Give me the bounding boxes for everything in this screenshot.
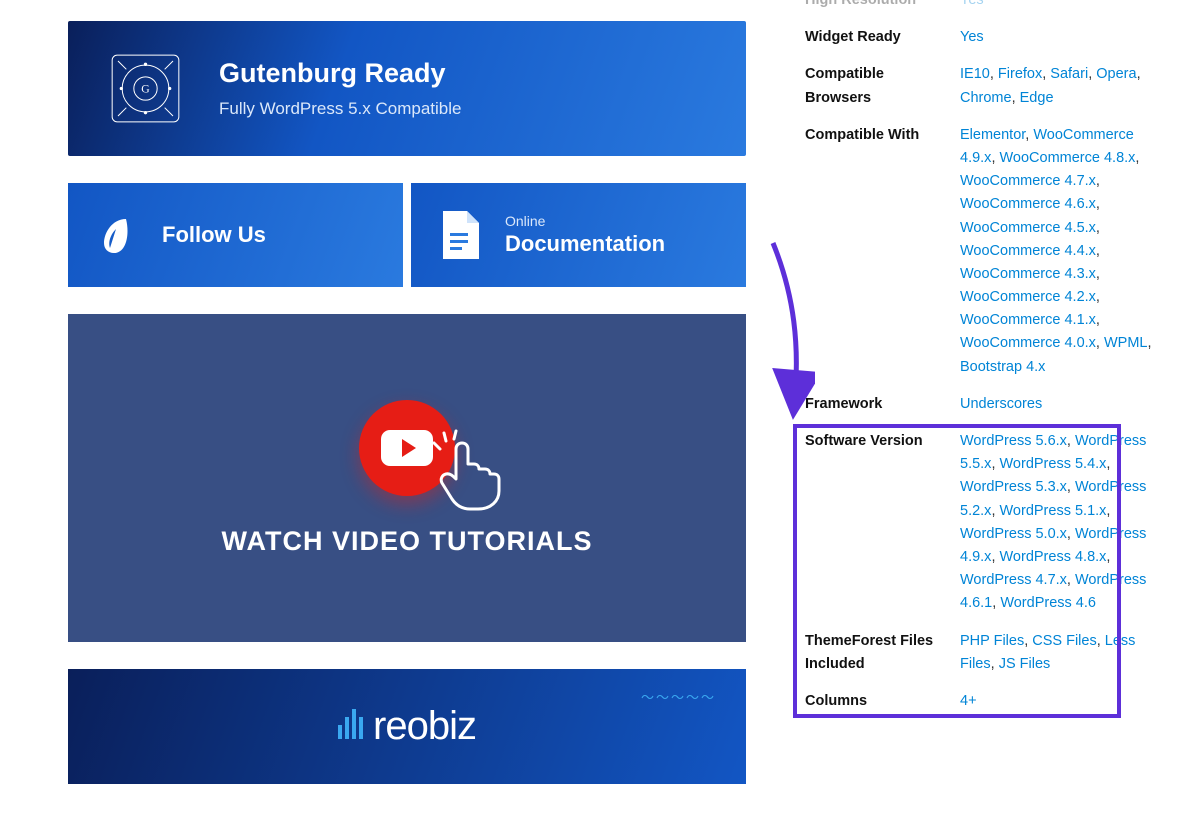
spec-link[interactable]: WooCommerce 4.3.x — [960, 266, 1096, 282]
spec-value: PHP Files, CSS Files, Less Files, JS Fil… — [950, 623, 1165, 683]
spec-value: IE10, Firefox, Safari, Opera, Chrome, Ed… — [950, 56, 1165, 116]
spec-value: Yes — [950, 19, 1165, 56]
spec-link[interactable]: WooCommerce 4.7.x — [960, 173, 1096, 189]
spec-link[interactable]: WooCommerce 4.1.x — [960, 312, 1096, 328]
youtube-icon — [381, 430, 433, 466]
cursor-hand-icon — [428, 429, 513, 514]
reobiz-name: reobiz — [373, 704, 476, 749]
follow-label: Follow Us — [162, 222, 266, 247]
cards-row: Follow Us Online Documentation — [68, 183, 746, 287]
spec-link[interactable]: WordPress 4.6 — [1000, 595, 1096, 611]
envato-leaf-icon — [92, 211, 140, 259]
reobiz-logo: reobiz — [338, 704, 476, 749]
spec-link[interactable]: Safari — [1050, 66, 1088, 82]
spec-link[interactable]: Opera — [1096, 66, 1136, 82]
spec-link[interactable]: WooCommerce 4.2.x — [960, 289, 1096, 305]
spec-row: High Resolution Yes — [795, 0, 1165, 19]
spec-row: Widget Ready Yes — [795, 19, 1165, 56]
spec-label: ThemeForest Files Included — [795, 623, 950, 683]
spec-link[interactable]: IE10 — [960, 66, 990, 82]
promo-column: G Gutenburg Ready Fully WordPress 5.x Co… — [68, 21, 746, 784]
svg-text:G: G — [141, 83, 150, 96]
follow-us-card[interactable]: Follow Us — [68, 183, 403, 287]
spec-label: Compatible Browsers — [795, 56, 950, 116]
play-button-wrap — [359, 400, 455, 496]
spec-row: ThemeForest Files IncludedPHP Files, CSS… — [795, 623, 1165, 683]
spec-row: Columns 4+ — [795, 683, 1165, 720]
spec-link[interactable]: WordPress 4.7.x — [960, 572, 1067, 588]
spec-link[interactable]: Underscores — [960, 396, 1042, 412]
documentation-card[interactable]: Online Documentation — [411, 183, 746, 287]
spec-link[interactable]: WordPress 5.3.x — [960, 479, 1067, 495]
spec-value: WordPress 5.6.x, WordPress 5.5.x, WordPr… — [950, 423, 1165, 623]
video-tutorials-banner[interactable]: WATCH VIDEO TUTORIALS — [68, 314, 746, 642]
gutenburg-icon: G — [108, 51, 183, 126]
spec-row: Compatible WithElementor, WooCommerce 4.… — [795, 117, 1165, 386]
spec-label: Compatible With — [795, 117, 950, 386]
spec-link[interactable]: WooCommerce 4.6.x — [960, 196, 1096, 212]
spec-link[interactable]: 4+ — [960, 693, 977, 709]
spec-label: Framework — [795, 386, 950, 423]
spec-link[interactable]: WooCommerce 4.8.x — [1000, 150, 1136, 166]
spec-link[interactable]: Elementor — [960, 127, 1025, 143]
docs-text: Online Documentation — [505, 213, 665, 257]
wave-decoration: 〜〜〜〜〜 — [641, 687, 716, 706]
spec-value: Yes — [950, 0, 1165, 19]
spec-link[interactable]: Yes — [960, 29, 984, 45]
spec-link[interactable]: Edge — [1020, 90, 1054, 106]
spec-label: Software Version — [795, 423, 950, 623]
document-icon — [435, 211, 483, 259]
specs-column: High Resolution Yes Widget Ready Yes Compati… — [795, 0, 1165, 720]
spec-link[interactable]: WordPress 5.0.x — [960, 526, 1067, 542]
spec-value: Elementor, WooCommerce 4.9.x, WooCommerc… — [950, 117, 1165, 386]
spec-value: 4+ — [950, 683, 1165, 720]
spec-link[interactable]: Chrome — [960, 90, 1012, 106]
spec-link[interactable]: CSS Files — [1032, 633, 1096, 649]
spec-link[interactable]: WordPress 5.1.x — [1000, 503, 1107, 519]
docs-big: Documentation — [505, 231, 665, 256]
spec-link[interactable]: WordPress 5.6.x — [960, 433, 1067, 449]
spec-link[interactable]: WordPress 5.4.x — [1000, 456, 1107, 472]
spec-row: Framework Underscores — [795, 386, 1165, 423]
spec-link[interactable]: WooCommerce 4.0.x — [960, 335, 1096, 351]
spec-link[interactable]: Bootstrap 4.x — [960, 359, 1045, 375]
bars-icon — [338, 709, 363, 739]
gutenburg-text: Gutenburg Ready Fully WordPress 5.x Comp… — [219, 58, 462, 119]
follow-text: Follow Us — [162, 222, 266, 248]
spec-link[interactable]: WooCommerce 4.5.x — [960, 220, 1096, 236]
spec-link[interactable]: PHP Files — [960, 633, 1024, 649]
spec-label: Columns — [795, 683, 950, 720]
spec-link[interactable]: WPML — [1104, 335, 1148, 351]
spec-link[interactable]: JS Files — [999, 656, 1051, 672]
spec-link[interactable]: WordPress 4.8.x — [1000, 549, 1107, 565]
spec-value: Underscores — [950, 386, 1165, 423]
reobiz-banner[interactable]: 〜〜〜〜〜 reobiz — [68, 669, 746, 784]
video-title: WATCH VIDEO TUTORIALS — [222, 526, 593, 557]
spec-row: Software VersionWordPress 5.6.x, WordPre… — [795, 423, 1165, 623]
gutenburg-title: Gutenburg Ready — [219, 58, 462, 89]
gutenburg-banner[interactable]: G Gutenburg Ready Fully WordPress 5.x Co… — [68, 21, 746, 156]
spec-link[interactable]: WooCommerce 4.4.x — [960, 243, 1096, 259]
spec-label: High Resolution — [795, 0, 950, 19]
specs-table: High Resolution Yes Widget Ready Yes Compati… — [795, 0, 1165, 720]
docs-small: Online — [505, 213, 665, 229]
spec-label: Widget Ready — [795, 19, 950, 56]
spec-row: Compatible BrowsersIE10, Firefox, Safari… — [795, 56, 1165, 116]
spec-link[interactable]: Firefox — [998, 66, 1042, 82]
spec-link[interactable]: Yes — [960, 0, 984, 8]
gutenburg-subtitle: Fully WordPress 5.x Compatible — [219, 99, 462, 119]
